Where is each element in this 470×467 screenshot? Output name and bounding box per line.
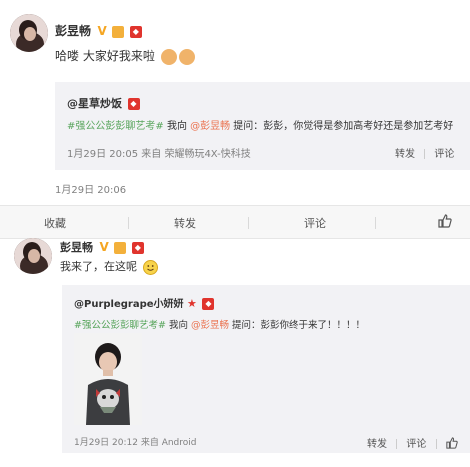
quote-actions: 转发 评论 xyxy=(395,145,454,160)
topic-link[interactable]: #强公公彭彭聊艺考# xyxy=(74,320,166,331)
quote-text-mid: 我向 xyxy=(163,121,191,132)
post-time[interactable]: 1月29日 20:06 xyxy=(55,181,126,196)
like-icon[interactable] xyxy=(438,214,452,231)
fav-button[interactable]: 收藏 xyxy=(25,215,85,231)
red-badge-icon: ◆ xyxy=(131,242,144,254)
quote-comment-button[interactable]: 评论 xyxy=(434,149,454,160)
post-text-content: 哈喽 大家好我来啦 xyxy=(55,49,155,63)
avatar[interactable] xyxy=(10,14,48,52)
quote-text: #强公公彭彭聊艺考# 我向 @彭昱畅 提问：彭彭你终于来了！！！！ xyxy=(74,317,365,331)
quote-card[interactable]: @Purplegrape小妍妍 ★ ◆ #强公公彭彭聊艺考# 我向 @彭昱畅 提… xyxy=(62,285,470,453)
quote-meta: 1月29日 20:05 来自 荣耀畅玩4X-快科技 xyxy=(67,149,251,160)
red-badge-icon: ◆ xyxy=(127,98,140,110)
quote-text-end: 提问：彭彭你终于来了！！！！ xyxy=(228,320,366,331)
smile-emoji-icon xyxy=(142,259,158,275)
comment-button[interactable]: 评论 xyxy=(285,215,345,231)
quote-text-mid: 我向 xyxy=(165,320,191,331)
red-badge-icon: ◆ xyxy=(129,26,142,38)
avatar-image xyxy=(10,14,48,52)
quote-author[interactable]: @Purplegrape小妍妍 xyxy=(74,299,184,310)
author-name[interactable]: 彭昱畅 xyxy=(60,241,93,254)
repost-button[interactable]: 转发 xyxy=(155,215,215,231)
post-text-content: 我来了，在这呢 xyxy=(60,260,137,273)
quote-text-end: 提问：彭彭，你觉得是参加高考好还是参加艺考好 xyxy=(230,121,454,132)
quote-like-icon[interactable] xyxy=(446,436,458,452)
mention-link[interactable]: @彭昱畅 xyxy=(190,121,230,132)
quote-comment-button[interactable]: 评论 xyxy=(406,439,426,450)
post-text: 我来了，在这呢 xyxy=(60,258,158,275)
post-header: 彭昱畅 V ◆ xyxy=(55,22,142,39)
topic-link[interactable]: #强公公彭彭聊艺考# xyxy=(67,121,164,132)
post-text: 哈喽 大家好我来啦 xyxy=(55,47,195,65)
v-badge-icon: V xyxy=(99,240,109,254)
avatar-image xyxy=(14,238,52,274)
vip-badge-icon xyxy=(114,242,127,254)
emoji-icon xyxy=(160,48,177,65)
post-header: 彭昱畅 V ◆ xyxy=(60,239,144,255)
vip-badge-icon xyxy=(112,26,125,38)
quote-repost-button[interactable]: 转发 xyxy=(395,149,415,160)
quote-repost-button[interactable]: 转发 xyxy=(367,439,387,450)
quote-actions: 转发 评论 xyxy=(367,435,458,452)
photo-image xyxy=(74,333,142,425)
quote-author[interactable]: @星草炒饭 xyxy=(67,97,122,110)
quote-text: #强公公彭彭聊艺考# 我向 @彭昱畅 提问：彭彭，你觉得是参加高考好还是参加艺考… xyxy=(67,117,453,132)
star-badge-icon: ★ xyxy=(187,297,197,310)
emoji-icon xyxy=(178,48,195,65)
action-bar: 收藏 转发 评论 xyxy=(0,206,470,238)
photo-thumbnail[interactable] xyxy=(74,333,142,425)
quote-meta: 1月29日 20:12 来自 Android xyxy=(74,438,197,448)
mention-link[interactable]: @彭昱畅 xyxy=(191,320,229,331)
v-badge-icon: V xyxy=(97,24,107,38)
quote-card[interactable]: @星草炒饭 ◆ #强公公彭彭聊艺考# 我向 @彭昱畅 提问：彭彭，你觉得是参加高… xyxy=(55,82,470,170)
avatar[interactable] xyxy=(14,238,52,274)
author-name[interactable]: 彭昱畅 xyxy=(55,24,91,38)
red-badge-icon: ◆ xyxy=(202,298,215,310)
